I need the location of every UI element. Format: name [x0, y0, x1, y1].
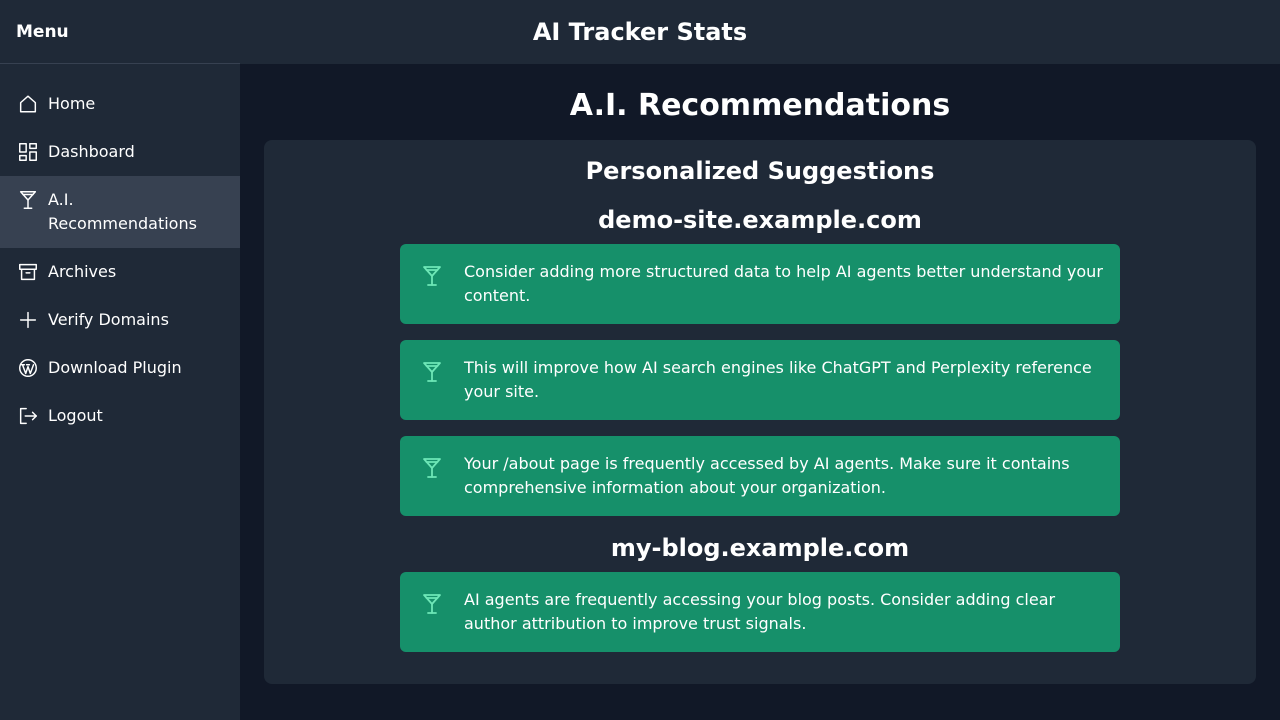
sidebar-item-label: Download Plugin — [48, 358, 182, 377]
sidebar-item-dashboard[interactable]: Dashboard — [0, 128, 240, 176]
dashboard-icon — [16, 140, 40, 164]
recommendation-text: Consider adding more structured data to … — [464, 262, 1103, 305]
sidebar-item-ai-recommendations[interactable]: A.I. Recommendations — [0, 176, 240, 248]
top-bar: AI Tracker Stats — [240, 0, 1280, 64]
recommendation-card: Your /about page is frequently accessed … — [400, 436, 1120, 516]
page-title: A.I. Recommendations — [569, 88, 951, 123]
recommendation-text: Your /about page is frequently accessed … — [464, 454, 1070, 497]
sidebar-item-logout[interactable]: Logout — [0, 392, 240, 440]
logout-icon — [16, 404, 40, 428]
sidebar-item-label: Dashboard — [48, 142, 135, 161]
sidebar-item-label: A.I. Recommendations — [48, 190, 197, 233]
cocktail-glass-icon — [400, 572, 464, 616]
sidebar-item-home[interactable]: Home — [0, 80, 240, 128]
sidebar-item-label: Verify Domains — [48, 310, 169, 329]
cocktail-glass-icon — [400, 340, 464, 384]
recommendation-card: This will improve how AI search engines … — [400, 340, 1120, 420]
sidebar-item-label: Logout — [48, 406, 103, 425]
sidebar-item-label: Archives — [48, 262, 117, 281]
recommendation-text: This will improve how AI search engines … — [464, 358, 1092, 401]
cocktail-glass-icon — [400, 244, 464, 288]
recommendation-card: Consider adding more structured data to … — [400, 244, 1120, 324]
app-title: AI Tracker Stats — [532, 18, 748, 46]
sidebar-item-download-plugin[interactable]: Download Plugin — [0, 344, 240, 392]
panel-title: Personalized Suggestions — [585, 157, 935, 185]
domain-title: demo-site.example.com — [598, 206, 922, 234]
recommendation-text: AI agents are frequently accessing your … — [464, 590, 1056, 633]
sidebar: Menu Home Dashboard A.I. Recommendations… — [0, 0, 240, 720]
recommendations-panel: Personalized Suggestions demo-site.examp… — [264, 140, 1256, 684]
sidebar-item-verify-domains[interactable]: Verify Domains — [0, 296, 240, 344]
recommendation-list: Consider adding more structured data to … — [400, 244, 1120, 516]
plus-icon — [16, 308, 40, 332]
wordpress-icon — [16, 356, 40, 380]
archive-icon — [16, 260, 40, 284]
sidebar-item-archives[interactable]: Archives — [0, 248, 240, 296]
recommendation-list: AI agents are frequently accessing your … — [400, 572, 1120, 652]
domain-title: my-blog.example.com — [610, 534, 910, 562]
cocktail-glass-icon — [400, 436, 464, 480]
cocktail-glass-icon — [16, 188, 40, 212]
home-icon — [16, 92, 40, 116]
recommendation-card: AI agents are frequently accessing your … — [400, 572, 1120, 652]
main-content: A.I. Recommendations Personalized Sugges… — [240, 64, 1280, 720]
sidebar-item-label: Home — [48, 94, 96, 113]
sidebar-nav: Home Dashboard A.I. Recommendations Arch… — [0, 64, 240, 440]
